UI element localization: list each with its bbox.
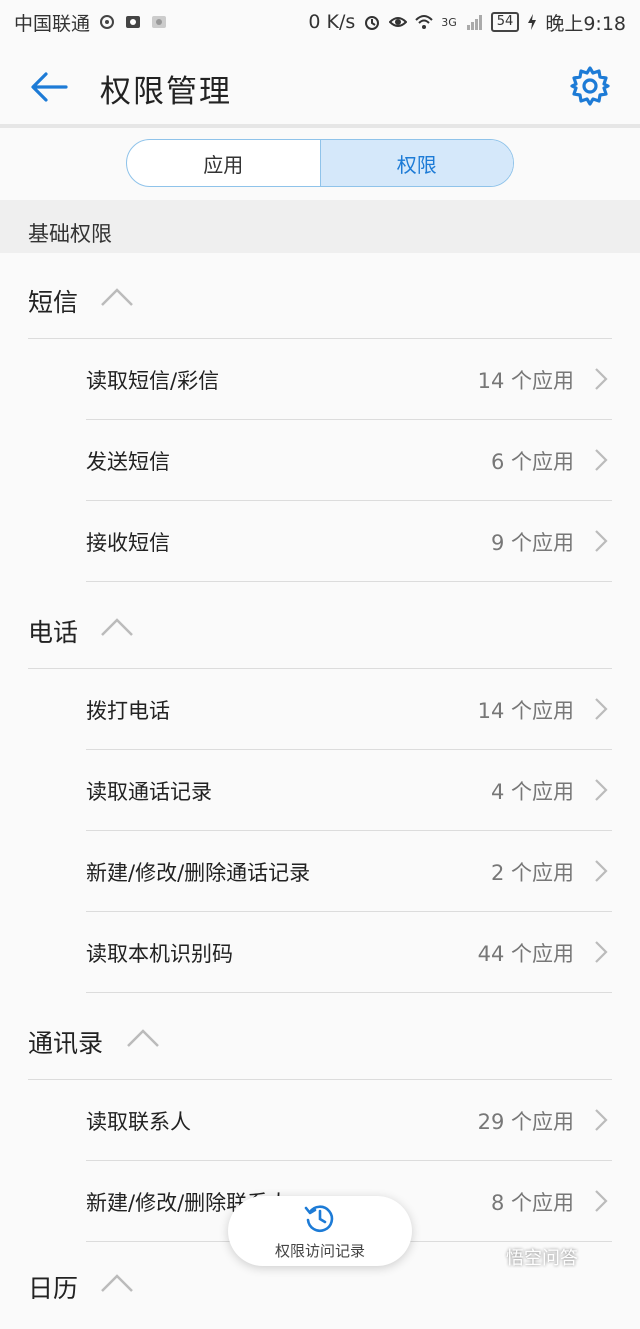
camera-icon — [126, 16, 141, 28]
app-notification-icon — [152, 16, 167, 28]
item-count: 14 个应用 — [477, 369, 574, 393]
item-label: 读取短信/彩信 — [86, 369, 220, 393]
view-toggle: 应用 权限 — [126, 139, 514, 187]
group-title: 电话 — [28, 618, 79, 647]
app-bar: 权限管理 — [0, 44, 640, 128]
group-header-contacts[interactable]: 通讯录 — [0, 994, 640, 1080]
chevron-right-icon — [595, 368, 608, 390]
item-label: 读取本机识别码 — [86, 942, 233, 966]
group-header-phone[interactable]: 电话 — [0, 583, 640, 669]
chevron-right-icon — [595, 530, 608, 552]
list-item[interactable]: 读取联系人 29 个应用 — [0, 1080, 640, 1161]
history-clock-icon — [304, 1205, 334, 1233]
item-label: 发送短信 — [86, 450, 170, 474]
chevron-right-icon — [595, 941, 608, 963]
access-record-label: 权限访问记录 — [274, 1242, 365, 1260]
group-title: 通讯录 — [28, 1029, 104, 1058]
item-count: 6 个应用 — [490, 450, 574, 474]
item-count: 8 个应用 — [490, 1191, 574, 1215]
section-title: 基础权限 — [28, 222, 112, 246]
chevron-up-icon — [101, 618, 133, 636]
chevron-right-icon — [595, 860, 608, 882]
chevron-right-icon — [595, 1190, 608, 1212]
item-label: 读取联系人 — [86, 1110, 191, 1134]
clock: 晚上9:18 — [545, 12, 626, 35]
divider — [86, 581, 612, 582]
charging-icon — [528, 14, 537, 30]
back-arrow-icon[interactable] — [26, 64, 72, 110]
list-item[interactable]: 读取短信/彩信 14 个应用 — [0, 339, 640, 420]
item-label: 拨打电话 — [86, 699, 170, 723]
alarm-icon — [365, 16, 380, 30]
divider — [86, 992, 612, 993]
item-count: 9 个应用 — [490, 531, 574, 555]
eye-comfort-icon — [389, 17, 408, 27]
list-item[interactable]: 读取通话记录 4 个应用 — [0, 750, 640, 831]
group-header-sms[interactable]: 短信 — [0, 253, 640, 339]
list-item[interactable]: 读取本机识别码 44 个应用 — [0, 912, 640, 993]
list-item[interactable]: 发送短信 6 个应用 — [0, 420, 640, 501]
network-type: 3G — [441, 15, 457, 29]
carrier-label: 中国联通 — [14, 12, 91, 35]
tab-apps[interactable]: 应用 — [127, 140, 320, 186]
signal-icon — [466, 15, 482, 30]
chevron-up-icon — [127, 1029, 159, 1047]
access-record-button[interactable]: 权限访问记录 — [228, 1196, 412, 1266]
chevron-up-icon — [101, 1274, 133, 1292]
item-label: 接收短信 — [86, 531, 170, 555]
item-label: 新建/修改/删除通话记录 — [86, 861, 311, 885]
net-speed: 0 K/s — [308, 11, 356, 33]
item-count: 14 个应用 — [477, 699, 574, 723]
item-label: 读取通话记录 — [86, 780, 212, 804]
section-header-basic: 基础权限 — [0, 200, 640, 253]
group-title: 短信 — [28, 288, 79, 317]
battery-indicator: 54 — [490, 12, 520, 32]
tab-permissions[interactable]: 权限 — [319, 140, 513, 186]
page-title: 权限管理 — [100, 74, 232, 110]
wifi-icon — [415, 15, 433, 29]
group-title: 日历 — [28, 1274, 79, 1303]
list-item[interactable]: 新建/修改/删除通话记录 2 个应用 — [0, 831, 640, 912]
notification-icon — [100, 15, 115, 29]
item-count: 44 个应用 — [477, 942, 574, 966]
chevron-up-icon — [101, 288, 133, 306]
list-item[interactable]: 拨打电话 14 个应用 — [0, 669, 640, 750]
chevron-right-icon — [595, 698, 608, 720]
item-count: 29 个应用 — [477, 1110, 574, 1134]
gear-icon[interactable] — [568, 64, 612, 108]
item-count: 2 个应用 — [490, 861, 574, 885]
chevron-right-icon — [595, 779, 608, 801]
item-count: 4 个应用 — [490, 780, 574, 804]
chevron-right-icon — [595, 1109, 608, 1131]
chevron-right-icon — [595, 449, 608, 471]
list-item[interactable]: 接收短信 9 个应用 — [0, 501, 640, 582]
watermark: 悟空问答 — [506, 1248, 578, 1269]
status-bar: 中国联通 0 K/s 3G 54 晚上9:18 — [0, 0, 640, 44]
